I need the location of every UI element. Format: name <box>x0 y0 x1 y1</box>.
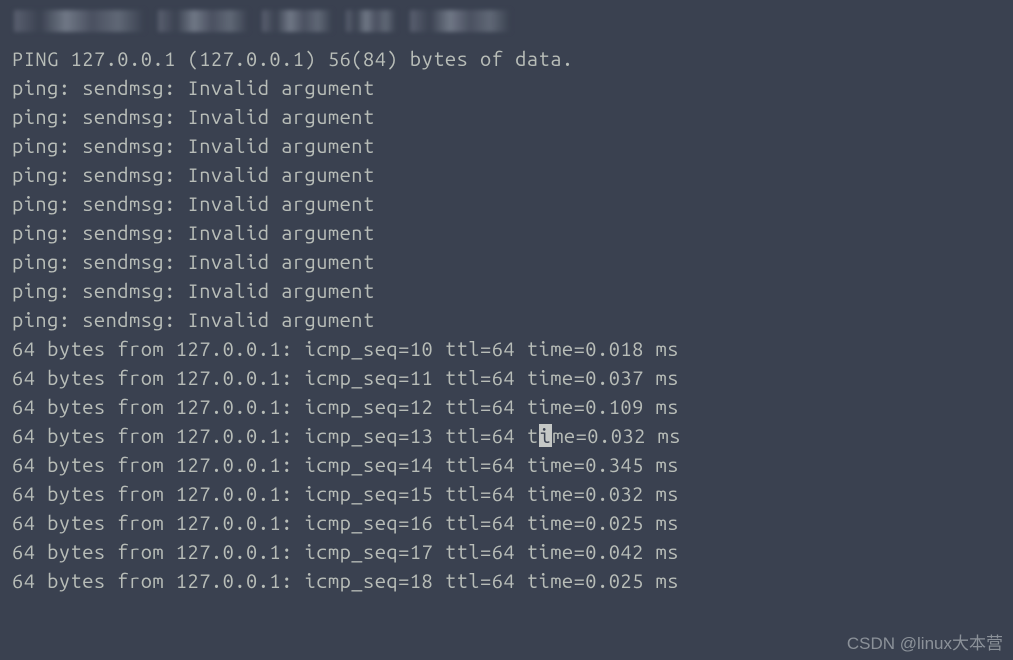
ping-reply-line: 64 bytes from 127.0.0.1: icmp_seq=17 ttl… <box>12 537 1001 566</box>
ping-error-line: ping: sendmsg: Invalid argument <box>12 160 1001 189</box>
ping-reply-line: 64 bytes from 127.0.0.1: icmp_seq=11 ttl… <box>12 363 1001 392</box>
ping-reply-line: 64 bytes from 127.0.0.1: icmp_seq=14 ttl… <box>12 450 1001 479</box>
ping-reply-line: 64 bytes from 127.0.0.1: icmp_seq=18 ttl… <box>12 566 1001 595</box>
ping-reply-line: 64 bytes from 127.0.0.1: icmp_seq=13 ttl… <box>12 421 1001 450</box>
ping-error-line: ping: sendmsg: Invalid argument <box>12 247 1001 276</box>
ping-reply-line: 64 bytes from 127.0.0.1: icmp_seq=15 ttl… <box>12 479 1001 508</box>
watermark-text: CSDN @linux大本营 <box>847 629 1003 654</box>
ping-error-line: ping: sendmsg: Invalid argument <box>12 218 1001 247</box>
ping-error-line: ping: sendmsg: Invalid argument <box>12 102 1001 131</box>
redacted-header <box>0 0 1013 36</box>
terminal-cursor: i <box>539 424 553 447</box>
ping-reply-line: 64 bytes from 127.0.0.1: icmp_seq=12 ttl… <box>12 392 1001 421</box>
ping-header-line: PING 127.0.0.1 (127.0.0.1) 56(84) bytes … <box>12 44 1001 73</box>
ping-error-line: ping: sendmsg: Invalid argument <box>12 189 1001 218</box>
redacted-segment <box>346 10 396 32</box>
redacted-segment <box>158 10 248 32</box>
ping-reply-line: 64 bytes from 127.0.0.1: icmp_seq=16 ttl… <box>12 508 1001 537</box>
ping-error-line: ping: sendmsg: Invalid argument <box>12 131 1001 160</box>
ping-error-line: ping: sendmsg: Invalid argument <box>12 73 1001 102</box>
redacted-segment <box>410 10 510 32</box>
terminal-output[interactable]: PING 127.0.0.1 (127.0.0.1) 56(84) bytes … <box>0 36 1013 603</box>
redacted-segment <box>14 10 144 32</box>
ping-reply-line: 64 bytes from 127.0.0.1: icmp_seq=10 ttl… <box>12 334 1001 363</box>
ping-error-line: ping: sendmsg: Invalid argument <box>12 276 1001 305</box>
redacted-segment <box>262 10 332 32</box>
ping-error-line: ping: sendmsg: Invalid argument <box>12 305 1001 334</box>
